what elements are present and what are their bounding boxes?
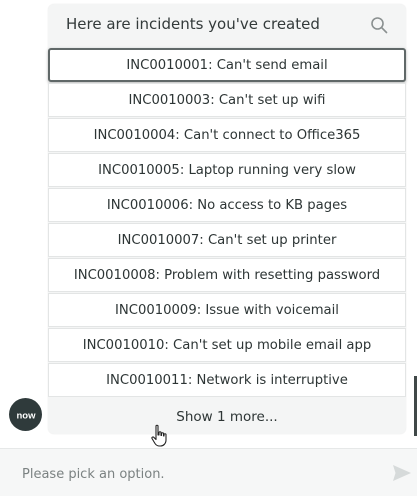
incident-option[interactable]: INC0010011: Network is interruptive xyxy=(48,363,406,397)
now-logo: now xyxy=(16,410,36,421)
incident-option[interactable]: INC0010003: Can't set up wifi xyxy=(48,83,406,117)
incident-list: INC0010001: Can't send email INC0010003:… xyxy=(48,48,406,398)
incident-option[interactable]: INC0010008: Problem with resetting passw… xyxy=(48,258,406,292)
incident-option[interactable]: INC0010004: Can't connect to Office365 xyxy=(48,118,406,152)
send-icon[interactable] xyxy=(391,463,413,483)
hand-cursor-icon xyxy=(151,424,167,447)
incident-option[interactable]: INC0010006: No access to KB pages xyxy=(48,188,406,222)
svg-text:now: now xyxy=(16,410,36,421)
incident-option[interactable]: INC0010010: Can't set up mobile email ap… xyxy=(48,328,406,362)
incident-option[interactable]: INC0010001: Can't send email xyxy=(48,48,406,82)
search-icon[interactable] xyxy=(370,16,388,34)
show-more-button[interactable]: Show 1 more... xyxy=(48,400,406,434)
incident-picker-card: Here are incidents you've created INC001… xyxy=(48,4,406,434)
avatar: now xyxy=(9,398,42,431)
incident-option[interactable]: INC0010005: Laptop running very slow xyxy=(48,153,406,187)
message-composer xyxy=(0,448,417,496)
incident-option[interactable]: INC0010007: Can't set up printer xyxy=(48,223,406,257)
message-input[interactable] xyxy=(20,462,374,486)
incident-option[interactable]: INC0010009: Issue with voicemail xyxy=(48,293,406,327)
picker-header: Here are incidents you've created xyxy=(48,4,406,44)
picker-title: Here are incidents you've created xyxy=(66,15,320,33)
chat-window: Here are incidents you've created INC001… xyxy=(0,0,417,496)
